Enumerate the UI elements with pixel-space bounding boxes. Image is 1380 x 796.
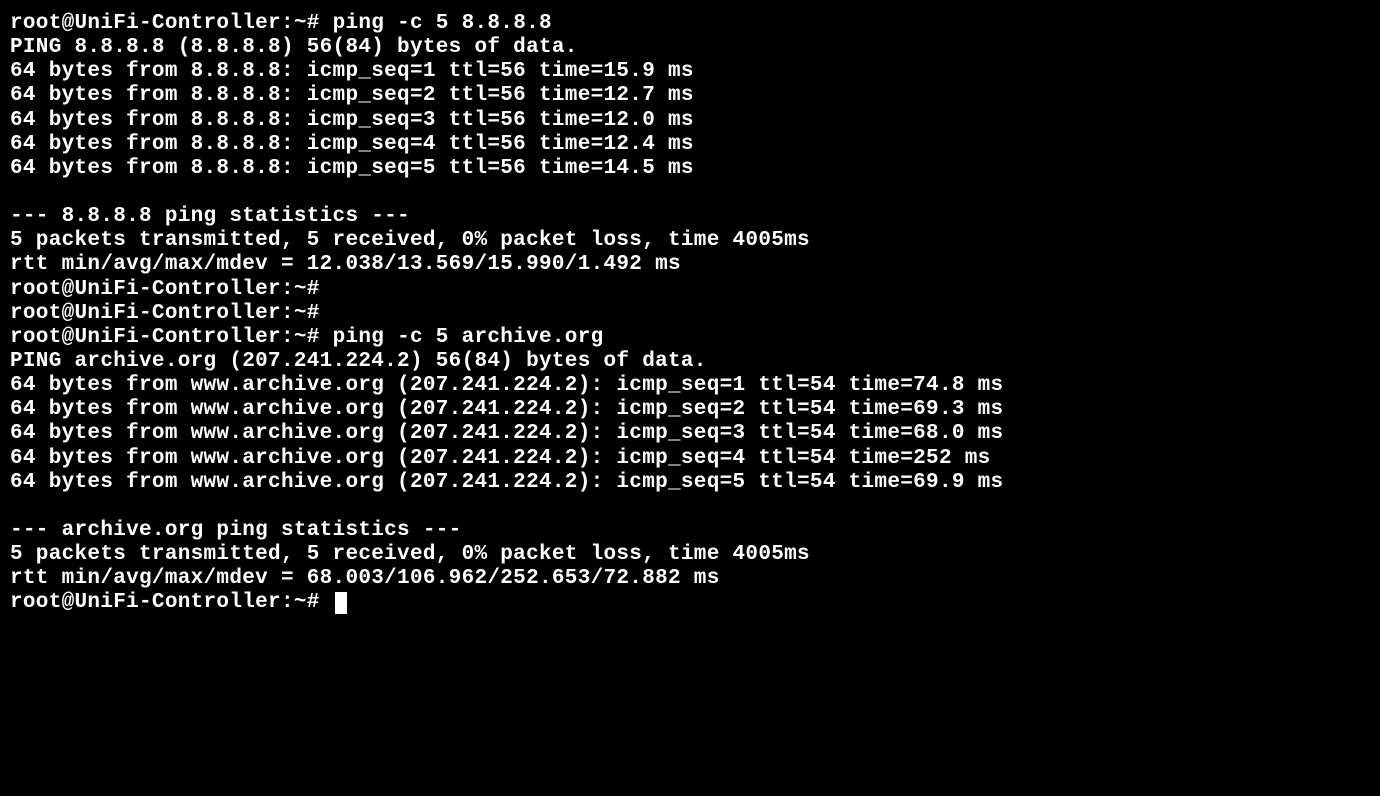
ping-reply: 64 bytes from 8.8.8.8: icmp_seq=4 ttl=56… [10,133,1370,157]
ping-stats-rtt: rtt min/avg/max/mdev = 68.003/106.962/25… [10,567,1370,591]
shell-prompt: root@UniFi-Controller:~# [10,326,333,349]
ping-stats-header: --- 8.8.8.8 ping statistics --- [10,205,1370,229]
terminal-window[interactable]: root@UniFi-Controller:~# ping -c 5 8.8.8… [10,12,1370,616]
empty-prompt: root@UniFi-Controller:~# [10,278,1370,302]
ping-stats-header: --- archive.org ping statistics --- [10,519,1370,543]
ping-stats-summary: 5 packets transmitted, 5 received, 0% pa… [10,229,1370,253]
ping-reply: 64 bytes from 8.8.8.8: icmp_seq=1 ttl=56… [10,60,1370,84]
cursor-icon [335,592,347,614]
ping-reply: 64 bytes from 8.8.8.8: icmp_seq=3 ttl=56… [10,109,1370,133]
shell-prompt: root@UniFi-Controller:~# [10,12,333,35]
ping-command: ping -c 5 archive.org [333,326,604,349]
command-line: root@UniFi-Controller:~# ping -c 5 archi… [10,326,1370,350]
ping-stats-summary: 5 packets transmitted, 5 received, 0% pa… [10,543,1370,567]
ping-reply: 64 bytes from www.archive.org (207.241.2… [10,471,1370,495]
command-line: root@UniFi-Controller:~# ping -c 5 8.8.8… [10,12,1370,36]
shell-prompt: root@UniFi-Controller:~# [10,591,333,614]
ping-reply: 64 bytes from www.archive.org (207.241.2… [10,398,1370,422]
ping-header: PING 8.8.8.8 (8.8.8.8) 56(84) bytes of d… [10,36,1370,60]
ping-reply: 64 bytes from 8.8.8.8: icmp_seq=2 ttl=56… [10,84,1370,108]
empty-prompt: root@UniFi-Controller:~# [10,302,1370,326]
ping-reply: 64 bytes from www.archive.org (207.241.2… [10,374,1370,398]
ping-command: ping -c 5 8.8.8.8 [333,12,552,35]
ping-reply: 64 bytes from 8.8.8.8: icmp_seq=5 ttl=56… [10,157,1370,181]
ping-reply: 64 bytes from www.archive.org (207.241.2… [10,422,1370,446]
active-prompt-line[interactable]: root@UniFi-Controller:~# [10,591,1370,615]
blank-line [10,495,1370,519]
ping-reply: 64 bytes from www.archive.org (207.241.2… [10,447,1370,471]
ping-header: PING archive.org (207.241.224.2) 56(84) … [10,350,1370,374]
ping-stats-rtt: rtt min/avg/max/mdev = 12.038/13.569/15.… [10,253,1370,277]
blank-line [10,181,1370,205]
